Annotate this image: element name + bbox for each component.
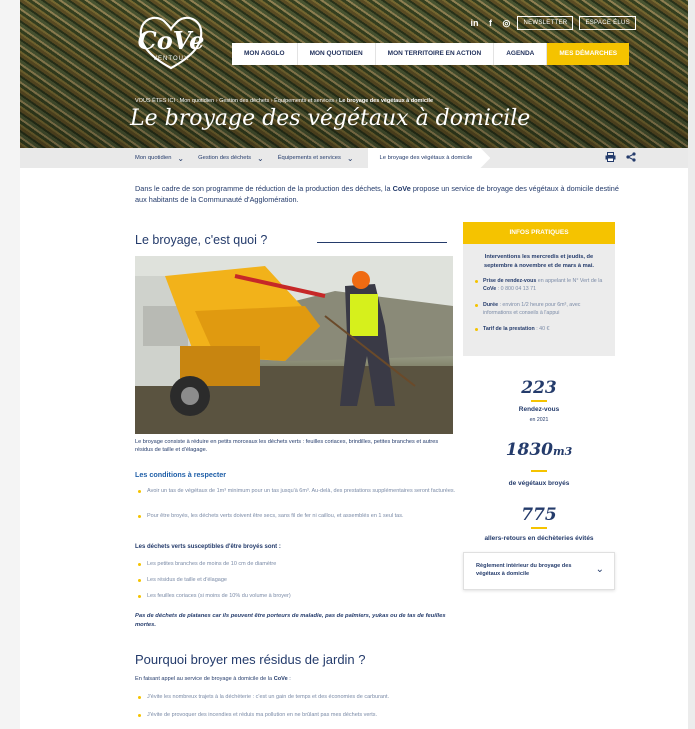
title-underline — [317, 242, 447, 243]
sub-navigation: Mon quotidien ⌄ Gestion des déchets ⌄ Éq… — [20, 148, 688, 168]
list-item: Les résidus de taille et d'élagage — [138, 576, 467, 585]
share-icon[interactable] — [626, 152, 636, 165]
lead-text: : — [287, 676, 291, 682]
stat-divider — [531, 527, 547, 529]
panel-title: INFOS PRATIQUES — [463, 222, 615, 244]
infos-pratiques-panel: INFOS PRATIQUES Interventions les mercre… — [463, 222, 615, 356]
list-item: Les petites branches de moins de 10 cm d… — [138, 560, 467, 569]
chevron-down-icon: ⌄ — [177, 153, 185, 163]
info-label: Prise de rendez-vous — [483, 278, 537, 285]
instagram-icon[interactable]: ◎ — [501, 18, 511, 29]
stat-divider — [531, 470, 547, 472]
nav-item-agenda[interactable]: AGENDA — [494, 43, 548, 65]
hero-banner: CoVe VENTOUX in f ◎ NEWSLETTER ESPACE ÉL… — [20, 0, 688, 148]
subnav-label: Gestion des déchets — [198, 155, 251, 161]
main-nav: MON AGGLO MON QUOTIDIEN MON TERRITOIRE E… — [232, 43, 630, 65]
espace-elus-button[interactable]: ESPACE ÉLUS — [579, 16, 636, 30]
accordion-label: Règlement intérieur du broyage des végét… — [476, 563, 572, 578]
page: CoVe VENTOUX in f ◎ NEWSLETTER ESPACE ÉL… — [0, 0, 695, 729]
print-icon[interactable] — [605, 152, 616, 165]
photo-wood-chipper — [135, 256, 453, 434]
page-title: Le broyage des végétaux à domicile — [130, 106, 531, 131]
subnav-item-equipements[interactable]: Équipements et services ⌄ — [278, 154, 354, 163]
chevron-down-icon: ⌄ — [346, 153, 354, 163]
breadcrumb-item[interactable]: Équipements et services — [274, 98, 334, 104]
list-item: Pour être broyés, les déchets verts doiv… — [138, 512, 467, 521]
stat-unit: m3 — [553, 445, 573, 458]
subnav-item-mon-quotidien[interactable]: Mon quotidien ⌄ — [135, 154, 184, 163]
info-item-rendez-vous: Prise de rendez-vous en appelant le N° V… — [475, 278, 605, 294]
subnav-label: Mon quotidien — [135, 155, 172, 161]
lead-text: En faisant appel au service de broyage à… — [135, 676, 274, 682]
info-text: en appelant le N° Vert de la — [536, 278, 603, 285]
breadcrumb-prefix: VOUS ÊTES ICI : — [135, 98, 179, 104]
stat-value: 775 — [521, 505, 557, 525]
list-item: J'évite de provoquer des incendies et ré… — [138, 711, 487, 720]
stat-value-with-unit: 1830m3 — [463, 440, 615, 460]
brand-name: CoVe — [483, 286, 497, 293]
broyes-title: Les déchets verts susceptibles d'être br… — [135, 544, 281, 550]
logo-text: CoVe — [137, 26, 205, 55]
info-item-tarif: Tarif de la prestation : 40 € — [475, 325, 605, 334]
nav-item-mon-quotidien[interactable]: MON QUOTIDIEN — [297, 43, 376, 65]
breadcrumb-item[interactable]: Mon quotidien — [180, 98, 215, 104]
photo-caption: Le broyage consiste à réduire en petits … — [135, 439, 439, 454]
chevron-down-icon: ⌄ — [256, 153, 264, 163]
stat-label: Rendez-vous — [518, 406, 560, 413]
brand-name: CoVe — [273, 676, 288, 682]
cove-logo[interactable]: CoVe VENTOUX — [135, 12, 207, 72]
intro-text: Dans le cadre de son programme de réduct… — [135, 184, 393, 193]
social-bar: in f ◎ NEWSLETTER ESPACE ÉLUS — [469, 16, 636, 30]
info-text: : 0 800 04 13 71 — [496, 286, 537, 293]
list-item: Les feuilles coriaces (si moins de 10% d… — [138, 592, 467, 601]
stat-value: 1830 — [505, 440, 554, 460]
reglement-accordion[interactable]: Règlement intérieur du broyage des végét… — [463, 552, 615, 590]
intro-paragraph: Dans le cadre de son programme de réduct… — [135, 184, 620, 205]
list-item: Avoir un tas de végétaux de 1m³ minimum … — [138, 487, 467, 496]
info-text: : 40 € — [534, 325, 550, 332]
nav-item-mon-agglo[interactable]: MON AGGLO — [232, 43, 298, 65]
breadcrumb-current: Le broyage des végétaux à domicile — [338, 98, 434, 104]
breadcrumb-item[interactable]: Gestion des déchets — [219, 98, 269, 104]
logo-subtitle: VENTOUX — [153, 56, 189, 62]
conditions-title: Les conditions à respecter — [135, 470, 227, 479]
info-label: Tarif de la prestation — [483, 325, 535, 332]
section-lead: En faisant appel au service de broyage à… — [135, 676, 291, 682]
info-text: : environ 1/2 heure pour 6m³, avec infor… — [483, 301, 581, 316]
newsletter-button[interactable]: NEWSLETTER — [517, 16, 574, 30]
linkedin-icon[interactable]: in — [469, 18, 479, 28]
chevron-down-icon: ⌄ — [595, 564, 604, 575]
nav-item-mon-territoire[interactable]: MON TERRITOIRE EN ACTION — [375, 43, 495, 65]
list-item: J'évite les nombreux trajets à la déchèt… — [138, 693, 487, 702]
facebook-icon[interactable]: f — [485, 18, 495, 28]
info-label: Durée — [483, 301, 499, 308]
brand-name: CoVe — [392, 184, 411, 193]
section-title: Le broyage, c'est quoi ? — [135, 233, 268, 247]
subnav-current-page: Le broyage des végétaux à domicile — [367, 148, 491, 168]
stat-divider — [531, 400, 547, 402]
stat-label: allers-retours en déchèteries évités — [484, 535, 594, 542]
panel-lead: Interventions les mercredis et jeudis, d… — [483, 254, 594, 269]
page-scrollbar[interactable] — [688, 0, 695, 729]
stat-value: 223 — [521, 378, 557, 398]
stat-sub: en 2021 — [529, 417, 549, 423]
subnav-item-gestion-dechets[interactable]: Gestion des déchets ⌄ — [198, 154, 264, 163]
section-title: Pourquoi broyer mes résidus de jardin ? — [135, 652, 366, 667]
info-item-duree: Durée : environ 1/2 heure pour 6m³, avec… — [475, 301, 605, 318]
nav-item-mes-demarches[interactable]: MES DÉMARCHES — [547, 43, 630, 65]
stat-label: de végétaux broyés — [508, 480, 570, 487]
warning-note: Pas de déchets de platanes car ils peuve… — [135, 613, 446, 628]
main-content: CoVe VENTOUX in f ◎ NEWSLETTER ESPACE ÉL… — [20, 0, 688, 729]
breadcrumb: VOUS ÊTES ICI : Mon quotidien › Gestion … — [135, 98, 434, 104]
subnav-label: Équipements et services — [277, 155, 341, 161]
